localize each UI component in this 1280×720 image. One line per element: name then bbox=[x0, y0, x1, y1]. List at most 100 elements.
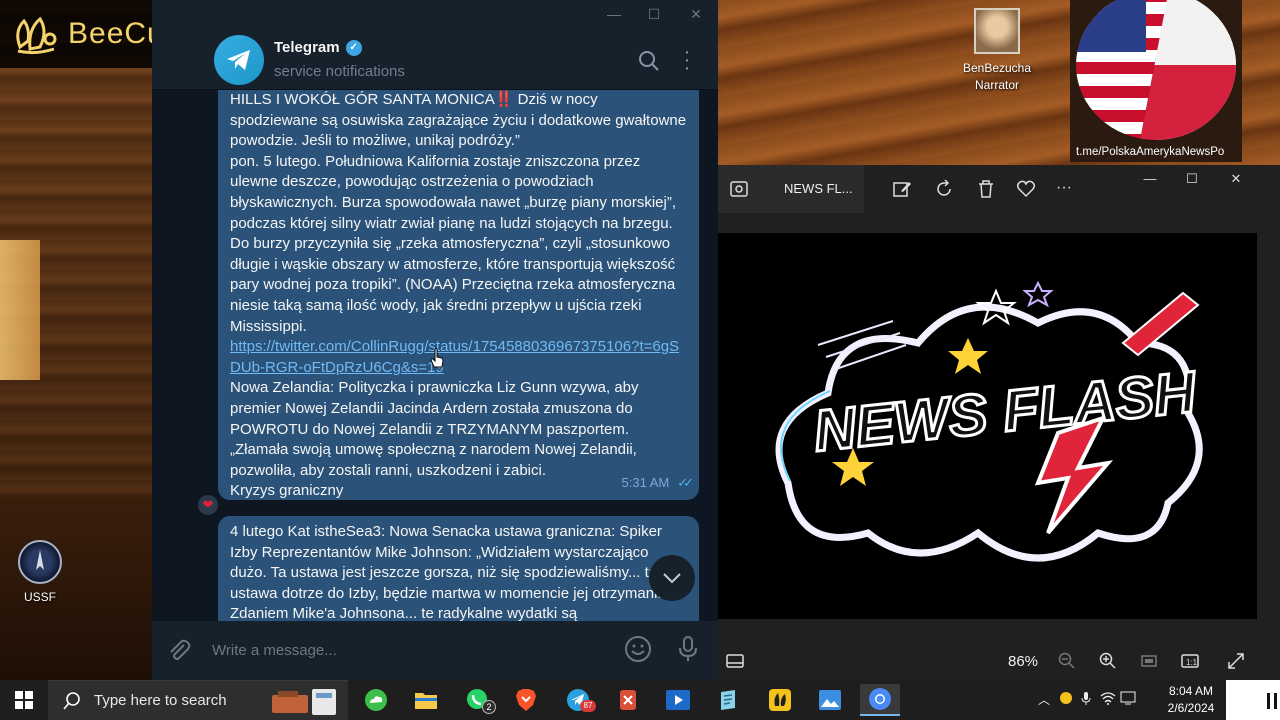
notification-area[interactable] bbox=[1226, 680, 1280, 720]
taskbar-app-beecut[interactable] bbox=[760, 684, 800, 716]
message-text: Kryzys graniczny bbox=[230, 482, 344, 500]
read-checkmarks-icon: ✓✓ bbox=[677, 475, 694, 491]
narrator-badge: BenBezucha Narrator bbox=[962, 8, 1032, 94]
search-placeholder: Type here to search bbox=[94, 692, 227, 709]
photos-app-icon bbox=[819, 690, 841, 710]
minimize-button[interactable]: — bbox=[1140, 171, 1160, 186]
search-icon bbox=[63, 692, 80, 710]
taskbar-app-media[interactable] bbox=[658, 684, 698, 716]
telegram-badge: 87 bbox=[580, 700, 596, 712]
message-link[interactable]: https://twitter.com/CollinRugg/status/17… bbox=[230, 338, 679, 376]
notepad-icon bbox=[721, 690, 735, 710]
wallpaper-window-glow bbox=[0, 240, 40, 380]
message-text: Nowa Zelandia: Polityczka i prawniczka L… bbox=[230, 379, 639, 479]
chat-header[interactable]: Telegram ✓ service notifications · · · bbox=[152, 30, 718, 90]
message-text: pon. 5 lutego. Południowa Kalifornia zos… bbox=[230, 152, 677, 335]
telegram-titlebar: — ☐ ✕ bbox=[152, 0, 718, 30]
heart-reaction-icon[interactable]: ❤ bbox=[198, 495, 218, 515]
channel-flag-overlay: t.me/PolskaAmerykaNewsPo bbox=[1070, 0, 1242, 162]
desktop-icon-ussf[interactable]: USSF bbox=[12, 540, 68, 604]
photo-canvas[interactable]: NEWS FLASH bbox=[718, 233, 1257, 619]
pause-icon[interactable] bbox=[1266, 692, 1278, 710]
favorite-heart-icon[interactable] bbox=[1016, 179, 1036, 199]
brave-browser-icon bbox=[516, 689, 536, 711]
message-list[interactable]: HILLS I WOKÓŁ GÓR SANTA MONICA‼️ Dziś w … bbox=[152, 90, 718, 621]
rotate-icon[interactable] bbox=[934, 179, 954, 199]
microphone-icon[interactable] bbox=[1078, 691, 1094, 707]
photos-tab[interactable]: NEWS FL... bbox=[718, 165, 864, 213]
clock[interactable]: 8:04 AM 2/6/2024 bbox=[1160, 683, 1222, 717]
narrator-role: Narrator bbox=[974, 78, 1019, 92]
taskbar-app-tools[interactable] bbox=[608, 684, 648, 716]
scroll-to-bottom-button[interactable] bbox=[649, 555, 695, 601]
us-poland-flag-icon bbox=[1076, 0, 1236, 140]
zoom-level: 86% bbox=[1008, 653, 1039, 670]
search-icon[interactable] bbox=[638, 50, 660, 72]
zoom-out-icon[interactable] bbox=[1058, 652, 1076, 670]
filmstrip-icon[interactable] bbox=[726, 652, 744, 670]
close-button[interactable]: ✕ bbox=[1226, 171, 1246, 187]
hand-cursor-icon bbox=[430, 348, 444, 368]
message-input[interactable] bbox=[212, 637, 612, 663]
svg-text:1:1: 1:1 bbox=[1186, 658, 1198, 667]
minimize-button[interactable]: — bbox=[606, 6, 622, 22]
photo-app-icon bbox=[730, 181, 748, 197]
chrome-icon bbox=[869, 688, 891, 710]
more-options-icon[interactable]: ··· bbox=[1056, 179, 1076, 199]
message-text: 4 lutego Kat istheSea3: Nowa Senacka ust… bbox=[230, 523, 675, 621]
paperclip-icon[interactable] bbox=[166, 637, 192, 663]
photos-viewer-window: NEWS FL... ··· — ☐ ✕ NEWS FLASH 86% 1:1 bbox=[718, 165, 1280, 680]
message-composer bbox=[152, 621, 718, 680]
taskbar-app-chrome[interactable] bbox=[860, 684, 900, 716]
verified-icon: ✓ bbox=[345, 39, 362, 56]
taskbar-app-telegram[interactable]: 87 bbox=[558, 684, 598, 716]
beecut-app-icon bbox=[769, 689, 791, 711]
news-flash-image: NEWS FLASH bbox=[775, 280, 1203, 562]
space-force-icon bbox=[18, 540, 62, 584]
delete-icon[interactable] bbox=[976, 179, 996, 199]
telegram-window: — ☐ ✕ Telegram ✓ service notifications ·… bbox=[152, 0, 718, 680]
channel-url: t.me/PolskaAmerykaNewsPo bbox=[1076, 146, 1225, 158]
taskbar-app-whatsapp[interactable]: 2 bbox=[458, 684, 498, 716]
photos-title: NEWS FL... bbox=[784, 181, 853, 196]
fit-to-window-icon[interactable] bbox=[1140, 652, 1158, 670]
zoom-in-icon[interactable] bbox=[1099, 652, 1117, 670]
message-time: 5:31 AM bbox=[621, 475, 670, 491]
edit-image-icon[interactable] bbox=[892, 179, 912, 199]
taskbar-search[interactable]: Type here to search bbox=[48, 680, 348, 720]
bee-logo-icon bbox=[16, 16, 57, 55]
telegram-avatar-icon[interactable] bbox=[214, 35, 264, 85]
actual-size-icon[interactable]: 1:1 bbox=[1181, 652, 1199, 670]
message-meta: 5:31 AM ✓✓ bbox=[621, 473, 694, 494]
message-bubble[interactable]: HILLS I WOKÓŁ GÓR SANTA MONICA‼️ Dziś w … bbox=[218, 90, 699, 500]
tray-norton-icon[interactable] bbox=[1058, 691, 1074, 707]
message-text: HILLS I WOKÓŁ GÓR SANTA MONICA‼️ Dziś w … bbox=[230, 91, 687, 150]
wifi-icon[interactable] bbox=[1100, 691, 1116, 707]
maximize-button[interactable]: ☐ bbox=[646, 6, 662, 22]
more-options-icon[interactable]: ··· bbox=[682, 42, 692, 78]
windows-logo-icon bbox=[15, 691, 33, 709]
whatsapp-badge: 2 bbox=[482, 700, 496, 714]
chat-name: Telegram bbox=[274, 39, 340, 56]
taskbar-app-file-explorer[interactable] bbox=[406, 684, 446, 716]
desktop-icon-label: USSF bbox=[23, 590, 56, 604]
clock-time: 8:04 AM bbox=[1168, 684, 1214, 698]
chat-status: service notifications bbox=[274, 63, 405, 80]
start-button[interactable] bbox=[0, 680, 48, 720]
fullscreen-icon[interactable] bbox=[1227, 652, 1245, 670]
close-button[interactable]: ✕ bbox=[688, 6, 704, 22]
taskbar-app-brave[interactable] bbox=[506, 684, 546, 716]
taskbar-app-notepad[interactable] bbox=[708, 684, 748, 716]
taskbar-app-cloud[interactable] bbox=[356, 684, 396, 716]
message-bubble[interactable]: 4 lutego Kat istheSea3: Nowa Senacka ust… bbox=[218, 516, 699, 621]
emoji-icon[interactable] bbox=[624, 635, 652, 663]
microphone-icon[interactable] bbox=[676, 635, 700, 663]
photos-statusbar: 86% 1:1 bbox=[718, 643, 1280, 680]
display-icon[interactable] bbox=[1120, 691, 1136, 707]
maximize-button[interactable]: ☐ bbox=[1182, 171, 1202, 187]
narrator-name: BenBezucha bbox=[962, 61, 1032, 75]
tray-chevron-up-icon[interactable]: ︿ bbox=[1036, 691, 1052, 707]
taskbar-app-photos[interactable] bbox=[810, 684, 850, 716]
news-flash-text: NEWS FLASH bbox=[811, 359, 1200, 464]
cloud-app-icon bbox=[365, 689, 387, 711]
